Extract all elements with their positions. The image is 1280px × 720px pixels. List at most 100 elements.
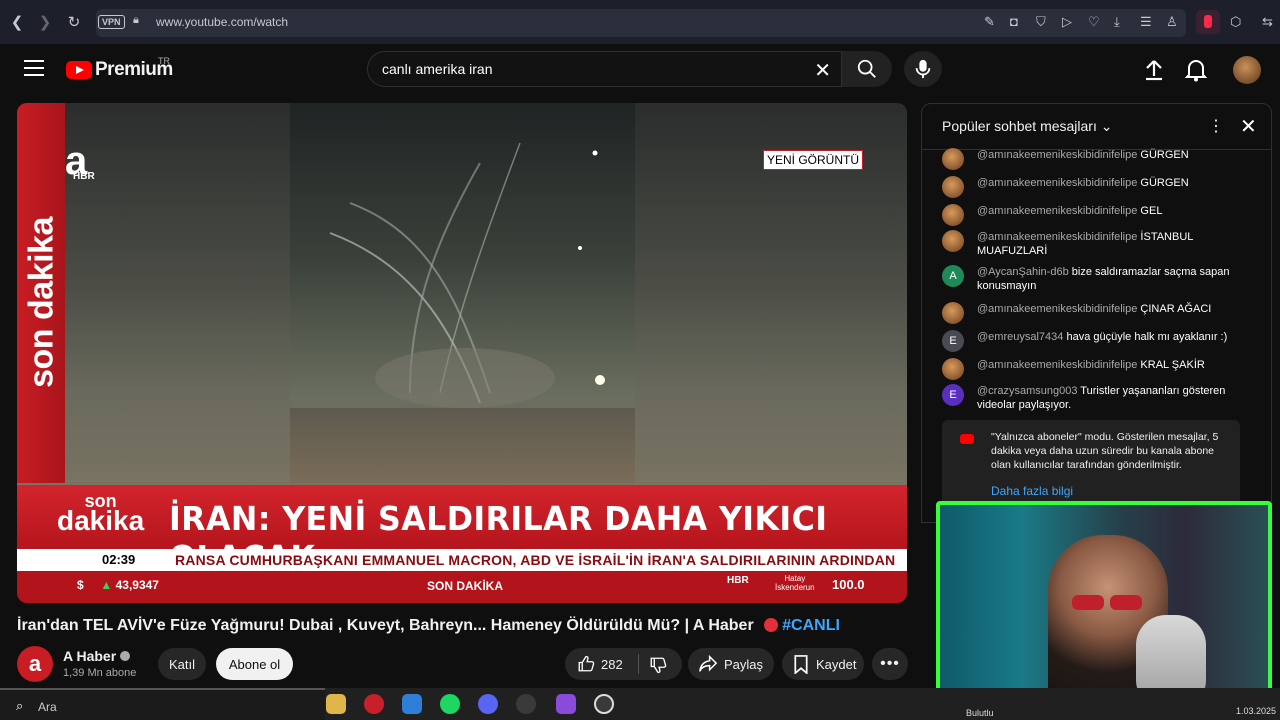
chat-author[interactable]: @AycanŞahin-d6b <box>977 266 1069 278</box>
sidebar-icon[interactable]: ⇆ <box>1262 14 1273 30</box>
chat-author[interactable]: @amınakeemenikeskibidinifelipe <box>977 359 1137 371</box>
notice-text: "Yalnızca aboneler" modu. Gösterilen mes… <box>991 431 1219 471</box>
chat-author-avatar[interactable] <box>942 148 964 170</box>
camera-icon[interactable]: ◘ <box>1010 14 1018 29</box>
windows-taskbar: ⌕ Ara Bulutlu 1.03.2025 <box>0 688 1280 720</box>
vpn-badge[interactable]: VPN <box>98 15 125 29</box>
kebab-menu-icon[interactable]: ⋮ <box>1208 116 1224 136</box>
share-button[interactable]: Paylaş <box>688 648 774 680</box>
back-icon[interactable]: ❮ <box>4 9 30 35</box>
chat-author-avatar[interactable] <box>942 176 964 198</box>
chat-author[interactable]: @emreuysal7434 <box>977 331 1063 343</box>
more-actions-button[interactable]: ••• <box>872 648 908 680</box>
spotify-icon[interactable] <box>440 694 460 714</box>
dislike-icon[interactable] <box>649 656 667 674</box>
red-glasses <box>1072 595 1142 611</box>
chat-text: GÜRGEN <box>1140 149 1189 161</box>
live-hashtag[interactable]: #CANLI <box>782 617 840 634</box>
clear-search-icon[interactable]: ✕ <box>814 58 831 83</box>
chat-author[interactable]: @crazysamsung003 <box>977 385 1077 397</box>
mail-icon[interactable] <box>402 694 422 714</box>
chat-author-avatar[interactable]: A <box>942 265 964 287</box>
reload-icon[interactable]: ↻ <box>61 9 87 35</box>
heart-icon[interactable]: ♡ <box>1088 14 1100 30</box>
up-arrow-icon: ▲ <box>100 578 113 592</box>
clock: 02:39 <box>17 549 167 571</box>
chat-author-avatar[interactable] <box>942 204 964 226</box>
chat-author[interactable]: @amınakeemenikeskibidinifelipe <box>977 149 1137 161</box>
search-input[interactable]: canlı amerika iran ✕ <box>367 51 842 87</box>
discord-icon[interactable] <box>478 694 498 714</box>
twitch-icon[interactable] <box>556 694 576 714</box>
subscribe-button[interactable]: Abone ol <box>216 648 293 680</box>
close-icon[interactable]: ✕ <box>1240 114 1257 139</box>
search-icon <box>857 59 876 78</box>
cube-icon[interactable]: ⬡ <box>1230 14 1241 30</box>
chat-mode-dropdown[interactable]: Popüler sohbet mesajları ⌄ <box>942 118 1113 135</box>
url-text[interactable]: www.youtube.com/watch <box>156 15 288 29</box>
headline-band: son dakika İRAN: YENİ SALDIRILAR DAHA YI… <box>17 485 907 577</box>
chat-author-avatar[interactable]: E <box>942 384 964 406</box>
settings-icon[interactable]: ☰ <box>1140 14 1152 30</box>
chat-author-avatar[interactable] <box>942 358 964 380</box>
chat-title: Popüler sohbet mesajları <box>942 118 1097 134</box>
weather-badge[interactable]: Bulutlu <box>966 708 994 718</box>
video-player[interactable]: son dakika a HBR YENİ GÖRÜNTÜ son dakika… <box>17 103 907 603</box>
bottom-label: SON DAKİKA <box>427 579 504 593</box>
verified-icon <box>120 651 131 661</box>
youtube-logo[interactable]: Premium TR <box>66 56 173 81</box>
opera-icon[interactable] <box>364 694 384 714</box>
channel-avatar[interactable]: a <box>17 646 53 682</box>
live-chat-panel: Popüler sohbet mesajları ⌄ ⋮ ✕ @amınakee… <box>921 103 1272 523</box>
account-avatar[interactable] <box>1233 56 1261 84</box>
crawl-text: RANSA CUMHURBAŞKANI EMMANUEL MACRON, ABD… <box>175 552 896 568</box>
channel-name-text: A Haber <box>63 648 117 664</box>
chat-message-body: @crazysamsung003 Turistler yaşananları g… <box>977 384 1257 412</box>
save-label: Kaydet <box>816 657 857 672</box>
chat-author[interactable]: @amınakeemenikeskibidinifelipe <box>977 231 1137 243</box>
learn-more-link[interactable]: Daha fazla bilgi <box>991 484 1073 498</box>
obs-icon[interactable] <box>516 694 536 714</box>
frequency: 100.0 <box>832 577 865 592</box>
share-label: Paylaş <box>724 657 764 672</box>
extension-red-icon[interactable] <box>1196 10 1220 34</box>
chat-text: hava güçüyle halk mı ayaklanır :) <box>1066 331 1228 343</box>
bottom-band: $ ▲ 43,9347 SON DAKİKA HBR Hatay İskende… <box>17 571 907 603</box>
chat-author[interactable]: @amınakeemenikeskibidinifelipe <box>977 303 1137 315</box>
chat-scrollbar[interactable] <box>1265 150 1269 510</box>
video-title: İran'dan TEL AVİV'e Füze Yağmuru! Dubai … <box>17 617 840 635</box>
chat-author-avatar[interactable] <box>942 230 964 252</box>
save-button[interactable]: Kaydet <box>782 648 864 680</box>
menu-icon[interactable] <box>24 60 44 76</box>
play-icon[interactable]: ▷ <box>1062 14 1072 30</box>
edit-icon[interactable]: ✎ <box>984 14 995 30</box>
media-player-icon[interactable] <box>594 694 614 714</box>
chat-message-body: @emreuysal7434 hava güçüyle halk mı ayak… <box>977 330 1257 344</box>
webcam-overlay <box>936 501 1272 706</box>
channel-name[interactable]: A Haber <box>63 648 131 664</box>
breaking-news-label: son dakika <box>57 492 144 535</box>
upload-icon[interactable] <box>1142 58 1166 82</box>
taskbar-search[interactable]: ⌕ Ara <box>0 688 325 720</box>
profile-icon[interactable]: ♙ <box>1166 14 1178 30</box>
chat-author-avatar[interactable] <box>942 302 964 324</box>
chat-header: Popüler sohbet mesajları ⌄ ⋮ ✕ <box>922 104 1271 150</box>
search-button[interactable] <box>842 51 892 87</box>
chat-text: ÇINAR AĞACI <box>1140 303 1212 315</box>
chat-author[interactable]: @amınakeemenikeskibidinifelipe <box>977 205 1137 217</box>
youtube-header: Premium TR canlı amerika iran ✕ <box>0 44 1280 100</box>
join-button[interactable]: Katıl <box>158 648 206 680</box>
folder-icon[interactable] <box>326 694 346 714</box>
bookmark-icon <box>794 655 808 674</box>
chat-author-avatar[interactable]: E <box>942 330 964 352</box>
download-icon[interactable]: ⤓ <box>1114 14 1120 30</box>
location-line2: İskenderun <box>775 583 815 592</box>
voice-search-button[interactable] <box>904 51 942 87</box>
chat-author[interactable]: @amınakeemenikeskibidinifelipe <box>977 177 1137 189</box>
like-count: 282 <box>601 657 623 672</box>
taskbar-date[interactable]: 1.03.2025 <box>1236 706 1276 716</box>
like-icon[interactable] <box>577 655 595 673</box>
notifications-icon[interactable] <box>1185 58 1207 82</box>
shield-icon[interactable]: ⛉ <box>1036 14 1046 30</box>
forward-icon[interactable]: ❯ <box>32 9 58 35</box>
